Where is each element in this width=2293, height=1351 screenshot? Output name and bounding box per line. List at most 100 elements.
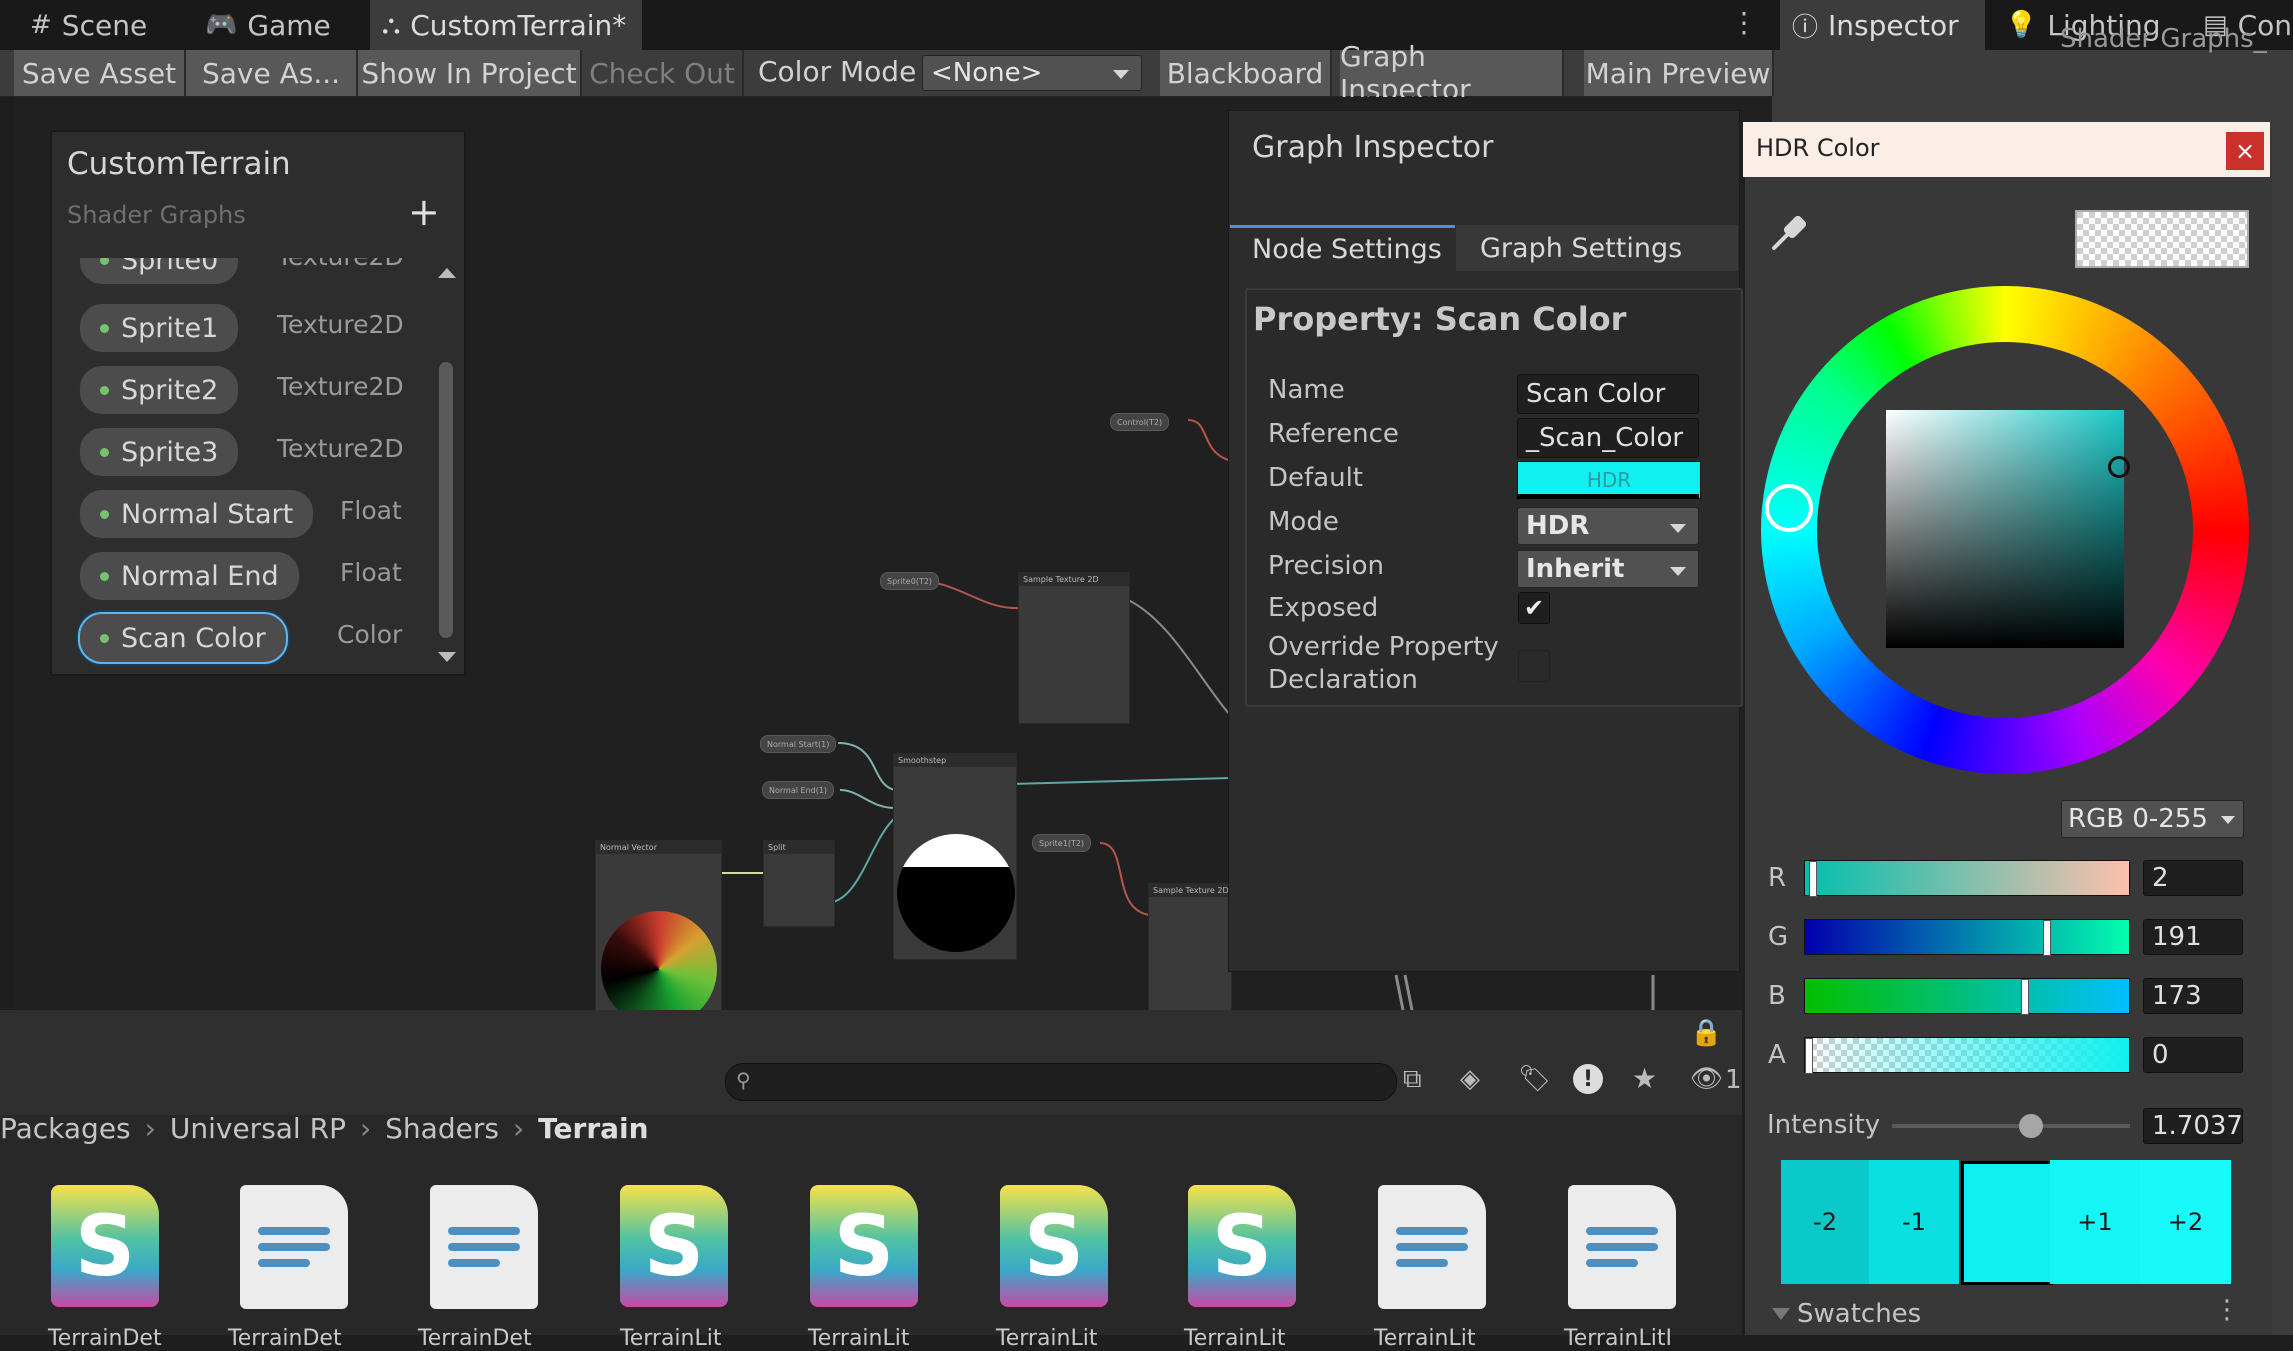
- property-node-sprite0[interactable]: Sprite0(T2): [880, 572, 940, 590]
- swatch-current[interactable]: [1961, 1161, 2053, 1285]
- scroll-down-icon[interactable]: [438, 652, 456, 662]
- asset-label: TerrainDet: [228, 1326, 342, 1351]
- g-value-field[interactable]: 191: [2143, 919, 2243, 955]
- tab-graph-settings[interactable]: Graph Settings: [1456, 225, 1738, 271]
- eye-icon[interactable]: 👁: [1690, 1064, 1723, 1094]
- r-slider[interactable]: [1804, 860, 2130, 897]
- mode-dropdown[interactable]: HDR: [1517, 507, 1699, 545]
- saturation-value-square[interactable]: [1886, 410, 2124, 648]
- swatch-minus-1[interactable]: -1: [1869, 1160, 1959, 1284]
- g-slider[interactable]: [1804, 919, 2130, 956]
- intensity-slider-track[interactable]: [1892, 1124, 2130, 1128]
- smoothstep-node[interactable]: Smoothstep: [893, 753, 1017, 960]
- favorites-star-icon[interactable]: ★: [1632, 1062, 1657, 1095]
- property-item[interactable]: Normal Start: [78, 488, 316, 540]
- property-node-normal-start[interactable]: Normal Start(1): [760, 735, 837, 753]
- a-value-field[interactable]: 0: [2143, 1037, 2243, 1073]
- normal-vector-node[interactable]: Normal Vector: [595, 840, 722, 1027]
- property-type: Float: [340, 558, 402, 587]
- split-node[interactable]: Split: [763, 840, 835, 927]
- document-asset-icon[interactable]: [430, 1185, 538, 1309]
- eyedropper-icon[interactable]: [1768, 210, 1812, 254]
- scroll-up-icon[interactable]: [438, 268, 456, 278]
- swatch-minus-2[interactable]: -2: [1781, 1160, 1869, 1284]
- swatches-menu-icon[interactable]: ⋮: [2214, 1295, 2240, 1325]
- document-asset-icon[interactable]: [240, 1185, 348, 1309]
- asset-label: TerrainLit: [996, 1326, 1098, 1351]
- color-mode-select[interactable]: RGB 0-255: [2061, 800, 2244, 838]
- property-item[interactable]: Sprite3: [78, 426, 241, 478]
- mode-label: Mode: [1268, 507, 1339, 537]
- property-item-selected[interactable]: Scan Color: [78, 612, 288, 664]
- b-slider[interactable]: [1804, 978, 2130, 1015]
- breadcrumb-current[interactable]: Terrain: [538, 1112, 648, 1145]
- property-item[interactable]: Normal End: [78, 550, 301, 602]
- property-dot-icon: [100, 509, 109, 519]
- document-asset-icon[interactable]: [1568, 1185, 1676, 1309]
- intensity-slider-handle[interactable]: [2019, 1114, 2043, 1138]
- swatch-plus-2[interactable]: +2: [2140, 1160, 2231, 1284]
- asset-label: TerrainDet: [48, 1326, 162, 1351]
- document-asset-icon[interactable]: [1378, 1185, 1486, 1309]
- asset-label: TerrainLit: [808, 1326, 910, 1351]
- precision-dropdown[interactable]: Inherit: [1517, 550, 1699, 588]
- b-slider-handle[interactable]: [2021, 979, 2029, 1015]
- hue-picker-handle[interactable]: [1765, 484, 1813, 532]
- filter-by-type-icon[interactable]: ◈: [1460, 1064, 1480, 1094]
- a-label: A: [1768, 1040, 1786, 1070]
- info-icon: ⓘ: [1792, 12, 1819, 43]
- tab-node-settings[interactable]: Node Settings: [1230, 225, 1455, 274]
- property-node-sprite1[interactable]: Sprite1(T2): [1032, 834, 1092, 852]
- breadcrumb-item[interactable]: Packages: [0, 1112, 131, 1145]
- shader-asset-icon[interactable]: S: [810, 1185, 918, 1307]
- warning-filter-icon[interactable]: !: [1573, 1064, 1603, 1094]
- property-item[interactable]: Sprite0: [78, 258, 241, 286]
- override-checkbox[interactable]: [1518, 650, 1550, 682]
- property-node-normal-end[interactable]: Normal End(1): [762, 781, 835, 799]
- sample-texture-node-1[interactable]: Sample Texture 2D: [1018, 572, 1130, 724]
- name-field[interactable]: Scan Color: [1517, 374, 1699, 414]
- r-value-field[interactable]: 2: [2143, 860, 2243, 896]
- search-options-icon[interactable]: ⧉: [1403, 1064, 1422, 1095]
- shader-asset-icon[interactable]: S: [620, 1185, 728, 1307]
- swatches-foldout-icon[interactable]: [1772, 1308, 1790, 1320]
- swatch-plus-1[interactable]: +1: [2050, 1160, 2140, 1284]
- shader-asset-icon[interactable]: S: [51, 1185, 159, 1307]
- property-dot-icon: [100, 323, 109, 333]
- exposed-checkbox[interactable]: ✔: [1518, 592, 1550, 624]
- a-slider-handle[interactable]: [1805, 1038, 1813, 1074]
- add-property-button[interactable]: +: [408, 190, 440, 234]
- property-item[interactable]: Sprite1: [78, 302, 241, 354]
- property-dot-icon: [100, 258, 109, 265]
- breadcrumb-item[interactable]: Shaders: [385, 1112, 499, 1145]
- close-button[interactable]: ×: [2226, 132, 2264, 170]
- property-node-control[interactable]: Control(T2): [1110, 413, 1170, 431]
- intensity-value-field[interactable]: 1.7037: [2143, 1108, 2243, 1144]
- color-preview-swatch: [2075, 210, 2249, 268]
- property-type: Texture2D: [277, 434, 404, 463]
- r-slider-handle[interactable]: [1809, 861, 1817, 897]
- exposed-label: Exposed: [1268, 593, 1379, 623]
- chevron-right-icon: ›: [359, 1112, 372, 1145]
- breadcrumb-item[interactable]: Universal RP: [170, 1112, 346, 1145]
- shader-asset-icon[interactable]: S: [1000, 1185, 1108, 1307]
- filter-by-label-icon[interactable]: 🏷: [1518, 1064, 1551, 1094]
- blackboard-scrollbar-thumb[interactable]: [439, 362, 453, 638]
- a-slider[interactable]: [1804, 1037, 2130, 1074]
- project-search-input[interactable]: ⚲: [725, 1063, 1397, 1101]
- reference-field[interactable]: _Scan_Color: [1517, 418, 1699, 458]
- sample-texture-node-2[interactable]: Sample Texture 2D: [1148, 883, 1232, 1012]
- hdr-title: HDR Color: [1756, 134, 1880, 162]
- property-item[interactable]: Sprite2: [78, 364, 241, 416]
- property-type: Texture2D: [277, 258, 404, 271]
- sv-picker-handle[interactable]: [2108, 456, 2130, 478]
- asset-label: TerrainLit: [1374, 1326, 1476, 1351]
- override-label-line1: Override Property: [1268, 632, 1499, 662]
- shader-asset-icon[interactable]: S: [1188, 1185, 1296, 1307]
- lock-icon[interactable]: 🔒: [1690, 1018, 1722, 1048]
- b-value-field[interactable]: 173: [2143, 978, 2243, 1014]
- g-slider-handle[interactable]: [2043, 920, 2051, 956]
- property-dot-icon: [100, 571, 109, 581]
- swatches-label[interactable]: Swatches: [1797, 1299, 1921, 1329]
- tab-inspector[interactable]: ⓘ Inspector: [1780, 0, 1985, 50]
